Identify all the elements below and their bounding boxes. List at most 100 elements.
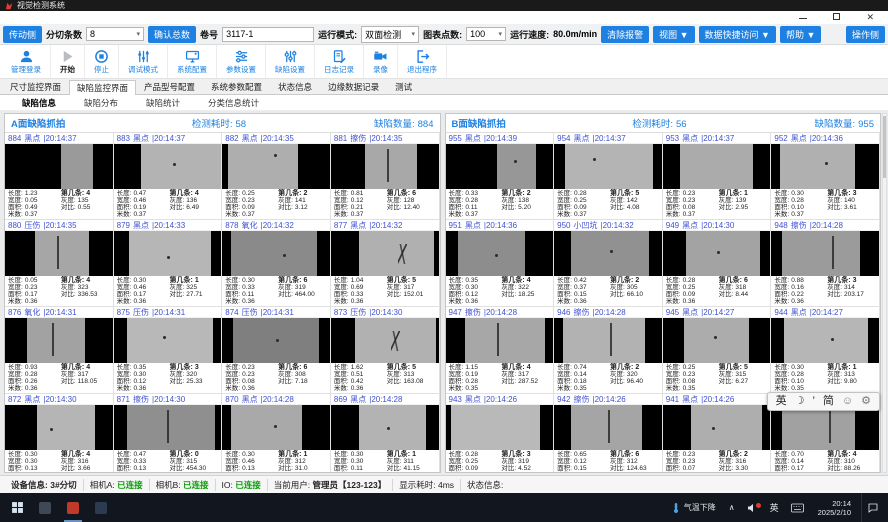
close-button[interactable]: ✕ [866, 13, 874, 22]
main-tab[interactable]: 尺寸监控界面 [2, 79, 69, 94]
slit-count-select[interactable]: 8 [86, 27, 144, 41]
toolbar-record-button[interactable]: 录像 [364, 45, 398, 78]
weather-status[interactable]: 气温下降 [665, 502, 722, 514]
main-tab[interactable]: 测试 [387, 79, 420, 94]
drive-side-button[interactable]: 传动侧 [3, 26, 42, 43]
hidden-icons-chevron[interactable]: ∧ [724, 503, 740, 512]
help-menu-button[interactable]: 帮助 ▼ [780, 26, 821, 43]
toolbar-log-button[interactable]: 日志记录 [315, 45, 364, 78]
main-tab[interactable]: 缺陷监控界面 [69, 80, 136, 95]
defect-card[interactable]: 882 黑点 |20:14:35 长度:0.25宽度:0.23面积:0.09米数… [222, 133, 331, 220]
ime-apostrophe-icon[interactable]: ’ [812, 396, 814, 407]
defect-card[interactable]: 877 黑点 |20:14:32 长度:1.04宽度:0.69面积:0.33米数… [331, 220, 440, 307]
chart-points-select[interactable]: 100 [466, 27, 506, 41]
defect-card[interactable]: 953 黑点 |20:14:37 长度:0.23宽度:0.23面积:0.08米数… [663, 133, 772, 220]
main-tab[interactable]: 系统参数配置 [203, 79, 270, 94]
data-quick-access-menu-button[interactable]: 数据快捷访问 ▼ [699, 26, 776, 43]
clear-alarm-button[interactable]: 清除报警 [601, 26, 649, 43]
taskbar-app-1[interactable] [32, 493, 58, 522]
defect-card[interactable]: 949 黑点 |20:14:30 长度:0.28宽度:0.25面积:0.09米数… [663, 220, 772, 307]
defect-card[interactable]: 871 擦伤 |20:14:30 长度:0.47宽度:0.33面积:0.13米数… [114, 394, 223, 473]
taskbar-app-3[interactable] [88, 493, 114, 522]
defect-card[interactable]: 954 黑点 |20:14:37 长度:0.28宽度:0.25面积:0.09米数… [554, 133, 663, 220]
ime-smiley-icon[interactable]: ☺ [842, 396, 853, 407]
toolbar-defect-settings-button[interactable]: 缺陷设置 [266, 45, 315, 78]
sub-tab[interactable]: 缺陷信息 [8, 95, 70, 110]
defect-card[interactable]: 950 小凹坑 |20:14:32 长度:0.42宽度:0.37面积:0.15米… [554, 220, 663, 307]
image-band [127, 318, 213, 363]
defect-field: 灰度:315 [169, 458, 218, 465]
defect-field: 宽度:0.12 [334, 197, 387, 204]
defect-card[interactable]: 955 黑点 |20:14:39 长度:0.33宽度:0.28面积:0.11米数… [446, 133, 555, 220]
defect-field: 面积:0.08 [225, 378, 278, 385]
toolbar-system-config-button[interactable]: 系统配置 [168, 45, 217, 78]
defect-card[interactable]: 870 黑点 |20:14:28 长度:0.30宽度:0.46面积:0.13米数… [222, 394, 331, 473]
defect-card[interactable]: 881 擦伤 |20:14:35 长度:0.81宽度:0.12面积:0.21米数… [331, 133, 440, 220]
defect-card[interactable]: 869 黑点 |20:14:28 长度:0.30宽度:0.30面积:0.11米数… [331, 394, 440, 473]
defect-card[interactable]: 876 氧化 |20:14:31 长度:0.93宽度:0.28面积:0.26米数… [5, 307, 114, 394]
defect-card[interactable]: 883 黑点 |20:14:37 长度:0.47宽度:0.46面积:0.19米数… [114, 133, 223, 220]
defect-image [5, 231, 113, 276]
defect-image [114, 405, 222, 450]
sub-tab[interactable]: 缺陷统计 [132, 95, 194, 110]
ime-simplified-icon[interactable]: 简 [823, 396, 834, 407]
defect-card[interactable]: 947 擦伤 |20:14:28 长度:1.15宽度:0.19面积:0.28米数… [446, 307, 555, 394]
defect-card[interactable]: 873 压伤 |20:14:30 长度:1.62宽度:0.51面积:0.42米数… [331, 307, 440, 394]
run-speed-label: 运行速度: [510, 28, 549, 41]
defect-card[interactable]: 878 氧化 |20:14:32 长度:0.30宽度:0.33面积:0.11米数… [222, 220, 331, 307]
view-menu-button[interactable]: 视图 ▼ [653, 26, 694, 43]
main-tab[interactable]: 状态信息 [270, 79, 320, 94]
defect-type: 压伤 [242, 307, 258, 318]
ime-toolbar[interactable]: 英 ☽ ’ 简 ☺ ⚙ [767, 392, 880, 411]
defect-id: 884 [8, 134, 21, 143]
defect-card[interactable]: 952 黑点 |20:14:36 长度:0.30宽度:0.28面积:0.10米数… [771, 133, 880, 220]
start-button[interactable] [4, 493, 30, 522]
defect-card[interactable]: 942 擦伤 |20:14:26 长度:0.65宽度:0.12面积:0.15米数… [554, 394, 663, 473]
ime-moon-icon[interactable]: ☽ [795, 396, 805, 407]
defect-card[interactable]: 875 压伤 |20:14:31 长度:0.35宽度:0.30面积:0.12米数… [114, 307, 223, 394]
defect-field: 第几条:2 [719, 451, 768, 458]
defect-card[interactable]: 872 黑点 |20:14:30 长度:0.30宽度:0.30面积:0.13米数… [5, 394, 114, 473]
notification-center-button[interactable] [861, 493, 884, 522]
sub-tab[interactable]: 分类信息统计 [194, 95, 273, 110]
defect-card[interactable]: 948 擦伤 |20:14:28 长度:0.88宽度:0.16面积:0.22米数… [771, 220, 880, 307]
toolbar-param-settings-button[interactable]: 参数设置 [217, 45, 266, 78]
windows-taskbar: 气温下降 ∧ 英 20:14 2025/2/10 [0, 493, 888, 522]
confirm-total-button[interactable]: 确认总数 [148, 26, 196, 43]
defect-time: |20:14:28 [261, 395, 294, 404]
defect-card[interactable]: 874 压伤 |20:14:31 长度:0.23宽度:0.23面积:0.08米数… [222, 307, 331, 394]
roll-number-input[interactable] [222, 27, 314, 42]
toolbar-debug-mode-button[interactable]: 调试模式 [119, 45, 168, 78]
volume-button[interactable] [742, 502, 762, 514]
defect-card[interactable]: 941 黑点 |20:14:26 长度:0.23宽度:0.23面积:0.07米数… [663, 394, 772, 473]
defect-card[interactable]: 945 黑点 |20:14:27 长度:0.25宽度:0.23面积:0.08米数… [663, 307, 772, 394]
main-tab[interactable]: 边缘数据记录 [320, 79, 387, 94]
sub-tab[interactable]: 缺陷分布 [70, 95, 132, 110]
touch-keyboard-button[interactable] [787, 503, 808, 513]
clock[interactable]: 20:14 2025/2/10 [810, 499, 859, 517]
main-tab[interactable]: 产品型号配置 [136, 79, 203, 94]
ime-lang-en-icon[interactable]: 英 [776, 396, 787, 407]
ime-settings-icon[interactable]: ⚙ [861, 396, 871, 407]
input-language-indicator[interactable]: 英 [764, 501, 785, 514]
defect-card[interactable]: 879 黑点 |20:14:33 长度:0.30宽度:0.46面积:0.17米数… [114, 220, 223, 307]
defect-card[interactable]: 943 黑点 |20:14:26 长度:0.28宽度:0.25面积:0.09米数… [446, 394, 555, 473]
defect-card[interactable]: 884 黑点 |20:14:37 长度:1.23宽度:0.05面积:0.49米数… [5, 133, 114, 220]
defect-card[interactable]: 944 黑点 |20:14:27 长度:0.30宽度:0.28面积:0.10米数… [771, 307, 880, 394]
operator-side-button[interactable]: 操作侧 [846, 26, 885, 43]
toolbar-exit-button[interactable]: 退出程序 [398, 45, 447, 78]
defect-time: |20:14:28 [369, 395, 402, 404]
defect-info-left: 长度:0.23宽度:0.23面积:0.08米数:0.37 [666, 190, 719, 218]
toolbar-login-button[interactable]: 管理登录 [2, 45, 51, 78]
run-mode-select[interactable]: 双面检测 [361, 26, 419, 43]
toolbar-stop-button[interactable]: 停止 [85, 45, 119, 78]
maximize-button[interactable] [833, 13, 840, 22]
defect-card[interactable]: 946 擦伤 |20:14:28 长度:0.74宽度:0.14面积:0.18米数… [554, 307, 663, 394]
defect-card[interactable]: 880 压伤 |20:14:35 长度:0.05宽度:0.23面积:0.17米数… [5, 220, 114, 307]
toolbar-start-button[interactable]: 开始 [51, 45, 85, 78]
minimize-button[interactable] [799, 13, 807, 22]
taskbar-app-2[interactable] [60, 493, 86, 522]
scrollbar-thumb[interactable] [883, 116, 886, 178]
defect-card[interactable]: 951 黑点 |20:14:36 长度:0.35宽度:0.30面积:0.12米数… [446, 220, 555, 307]
vertical-scrollbar[interactable] [882, 113, 887, 473]
